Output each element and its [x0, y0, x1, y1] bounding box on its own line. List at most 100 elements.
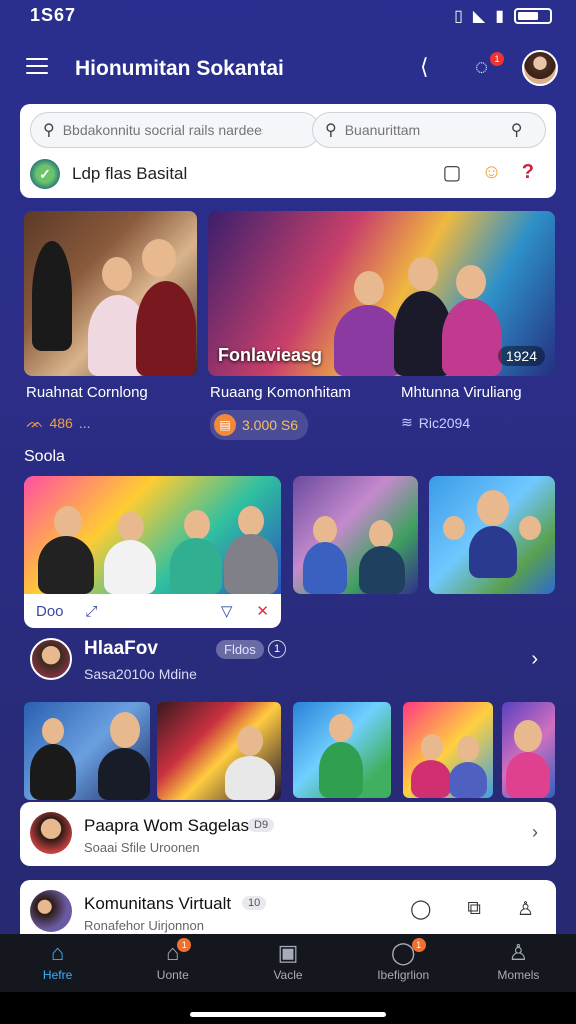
emoji-icon[interactable]: ☺: [481, 161, 501, 184]
community-actions: ▢ ☺ ?: [442, 160, 534, 185]
feature-card-label[interactable]: Doo: [36, 603, 64, 620]
search-box-primary[interactable]: ⚲: [30, 112, 320, 148]
person-face: [408, 257, 438, 291]
grid-image-2[interactable]: [429, 476, 555, 594]
help-icon[interactable]: ?: [522, 161, 534, 184]
featured-image-2[interactable]: Fonlavieasg 1924: [208, 211, 555, 376]
user-row[interactable]: HlaaFov Fldos 1 Sasa2010o Mdine ›: [20, 630, 556, 690]
person-face: [456, 265, 486, 299]
person-body: [506, 752, 550, 798]
gesture-area: [0, 992, 576, 1024]
nav-profile[interactable]: ♙ Momels: [461, 934, 576, 992]
person-face: [238, 506, 264, 536]
edit-icon[interactable]: ⧉: [467, 898, 481, 921]
share-icon[interactable]: ⟨: [420, 54, 429, 80]
person-body: [225, 756, 275, 800]
person-body: [334, 305, 402, 376]
list-title: Komunitans Virtualt: [84, 894, 232, 913]
featured-title-3[interactable]: Mhtunna Viruliang: [401, 384, 522, 401]
search-input-secondary[interactable]: [344, 122, 495, 138]
cartoon-face: [443, 516, 465, 540]
search-submit-icon[interactable]: ⚲: [511, 120, 523, 140]
bottom-nav: ⌂ Hefre ⌂ 1 Uonte ▣ Vacle ◯ 1 Ibefigrlio…: [0, 934, 576, 992]
home-indicator[interactable]: [190, 1012, 386, 1017]
featured-stat-1: ᨏ 486 ...: [26, 414, 90, 431]
feature-card[interactable]: Doo ⤢ ▽ ✕: [24, 476, 281, 628]
search-box-secondary[interactable]: ⚲ ⚲: [312, 112, 546, 148]
nav-home[interactable]: ⌂ Hefre: [0, 934, 115, 992]
coin-icon: ▤: [214, 414, 236, 436]
person-face: [369, 520, 393, 548]
strip-image-5[interactable]: [502, 702, 555, 798]
strip-image-3[interactable]: [293, 702, 391, 798]
notification-icon[interactable]: ◌: [475, 54, 488, 80]
list-card-2[interactable]: Komunitans Virtualt 10 Ronafehor Uirjonn…: [20, 880, 556, 936]
featured-badge: 1924: [497, 346, 545, 366]
list-actions: ◯ ⧉ ♙: [410, 898, 534, 921]
list-title: Paapra Wom Sagelas: [84, 816, 250, 835]
community-row[interactable]: ✓ Ldp flas Basital ▢ ☺ ?: [30, 156, 546, 192]
user-subtitle: Sasa2010o Mdine: [84, 666, 197, 682]
person-body: [224, 534, 278, 594]
adult-face: [142, 239, 176, 277]
person-face: [354, 271, 384, 305]
cartoon-face: [519, 516, 541, 540]
adult-body: [136, 281, 196, 376]
user-name: HlaaFov: [84, 638, 158, 659]
list-icon: ≋: [401, 414, 413, 430]
profile-avatar[interactable]: [522, 50, 558, 86]
home-icon: ⌂: [50, 940, 65, 965]
close-icon[interactable]: ✕: [256, 602, 269, 620]
person-face: [421, 734, 443, 760]
featured-title-2[interactable]: Ruaang Komonhitam: [210, 384, 351, 401]
chat-icon: ◯: [390, 940, 416, 965]
comment-icon[interactable]: ▢: [442, 160, 461, 185]
fire-icon: ᨏ: [26, 414, 44, 430]
person-face: [313, 516, 337, 544]
chat-bubble-icon[interactable]: ◯: [410, 898, 431, 921]
list-card-1[interactable]: Paapra Wom Sagelas D9 Soaai Sfile Uroone…: [20, 802, 556, 866]
strip-image-1[interactable]: [24, 702, 150, 800]
list-avatar: [30, 812, 72, 854]
menu-icon[interactable]: [26, 58, 48, 74]
search-input[interactable]: [62, 122, 263, 138]
person-body: [411, 760, 451, 798]
person-body: [442, 299, 502, 376]
community-label: Ldp flas Basital: [72, 164, 188, 183]
nav-chat-label: Ibefigrlion: [377, 968, 430, 982]
community-logo-icon: ✓: [30, 159, 60, 189]
nav-house-label: Uonte: [156, 968, 189, 982]
user-avatar[interactable]: [30, 638, 72, 680]
battery-icon: [514, 8, 552, 24]
chevron-right-icon[interactable]: ›: [531, 648, 538, 671]
strip-image-2[interactable]: [157, 702, 281, 800]
featured-stat-2: ▤ 3.000 S6: [210, 410, 309, 440]
grid-image-1[interactable]: [293, 476, 418, 594]
list-tag: D9: [248, 818, 275, 832]
nav-home-label: Hefre: [42, 968, 73, 982]
nav-badge: 1: [411, 938, 426, 952]
person-face: [237, 726, 263, 756]
down-icon[interactable]: ▽: [221, 602, 233, 620]
featured-stat-2-pill: ▤ 3.000 S6: [210, 410, 309, 440]
nav-house[interactable]: ⌂ 1 Uonte: [115, 934, 230, 992]
wifi-icon: ◣: [472, 8, 486, 25]
strip-image-4[interactable]: [403, 702, 493, 798]
nav-video[interactable]: ▣ Vacle: [230, 934, 345, 992]
nav-profile-label: Momels: [497, 968, 540, 982]
person-icon[interactable]: ♙: [517, 898, 534, 921]
list-subtitle: Soaai Sfile Uroonen: [84, 840, 200, 855]
featured-image-1[interactable]: [24, 211, 197, 376]
nav-chat[interactable]: ◯ 1 Ibefigrlion: [346, 934, 461, 992]
person-body: [30, 744, 76, 800]
app-title: Hionumitan Sokantai: [75, 57, 284, 80]
person-face: [118, 512, 144, 542]
featured-stat-2-value: 3.000 S6: [242, 417, 299, 433]
featured-title-1[interactable]: Ruahnat Cornlong: [26, 384, 148, 401]
expand-icon[interactable]: ⤢: [86, 603, 98, 620]
person-face: [42, 718, 64, 744]
person-face: [457, 736, 479, 762]
cartoon-face: [477, 490, 509, 526]
chevron-right-icon[interactable]: ›: [532, 822, 538, 843]
nav-video-label: Vacle: [273, 968, 303, 982]
